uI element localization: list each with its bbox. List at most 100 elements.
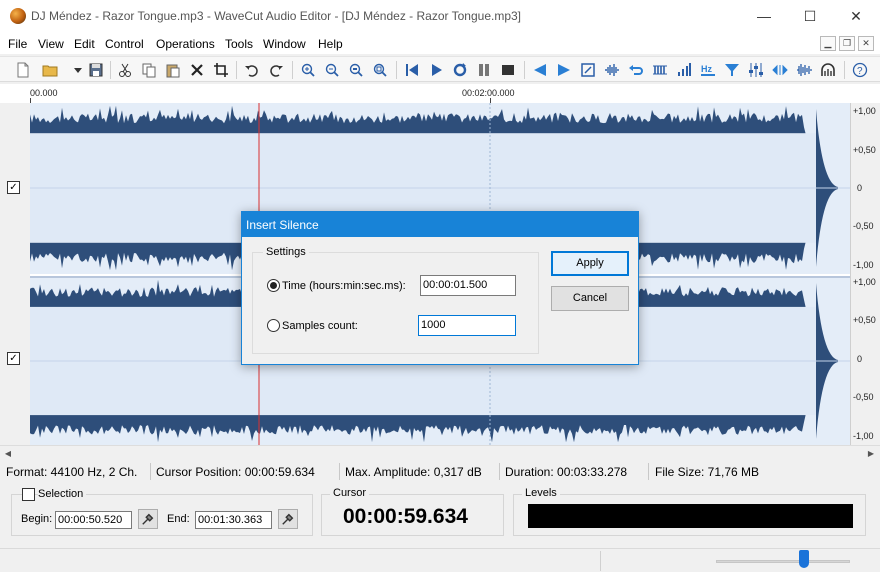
- insert-silence-dialog: Insert Silence Settings Time (hours:min:…: [241, 211, 639, 365]
- status-max-amplitude: Max. Amplitude: 0,317 dB: [345, 465, 482, 479]
- mdi-close-icon[interactable]: ✕: [858, 36, 874, 51]
- redo-icon[interactable]: [267, 61, 285, 79]
- bottom-status-bar: [0, 548, 880, 572]
- window-title: DJ Méndez - Razor Tongue.mp3 - WaveCut A…: [31, 9, 522, 23]
- hz-resample-icon[interactable]: Hz: [699, 61, 717, 79]
- invert-icon[interactable]: [651, 61, 669, 79]
- menu-window[interactable]: Window: [263, 37, 306, 51]
- normalize-icon[interactable]: [579, 61, 597, 79]
- maximize-button[interactable]: ☐: [787, 0, 833, 32]
- amp-label: +1,00: [853, 106, 876, 116]
- stereo-icon[interactable]: [771, 61, 789, 79]
- begin-input[interactable]: 00:00:50.520: [55, 511, 132, 529]
- scroll-right-icon[interactable]: ▶: [863, 446, 879, 461]
- cancel-button[interactable]: Cancel: [551, 286, 629, 311]
- open-dropdown-icon[interactable]: [69, 61, 87, 79]
- echo-icon[interactable]: [819, 61, 837, 79]
- selection-title: Selection: [38, 488, 87, 500]
- zoom-out-icon[interactable]: [323, 61, 341, 79]
- toolbar: Hz ?: [0, 56, 880, 82]
- save-icon[interactable]: [87, 61, 105, 79]
- go-to-start-icon[interactable]: [403, 61, 421, 79]
- spectrum-icon[interactable]: [795, 61, 813, 79]
- cursor-group-title: Cursor: [330, 487, 370, 499]
- amplify-icon[interactable]: [603, 61, 621, 79]
- menu-bar: File View Edit Control Operations Tools …: [0, 32, 880, 54]
- zoom-selection-icon[interactable]: [347, 61, 365, 79]
- end-label: End:: [167, 513, 190, 525]
- end-input[interactable]: 00:01:30.363: [195, 511, 272, 529]
- time-ruler[interactable]: 00.000 00:02:00.000: [0, 84, 880, 103]
- horizontal-scrollbar[interactable]: ◀ ▶: [0, 445, 880, 460]
- cut-icon[interactable]: [116, 61, 134, 79]
- amp-label: -1,00: [853, 260, 874, 270]
- menu-file[interactable]: File: [8, 37, 27, 51]
- fade-out-icon[interactable]: [555, 61, 573, 79]
- apply-button[interactable]: Apply: [551, 251, 629, 276]
- reverse-icon[interactable]: [627, 61, 645, 79]
- menu-operations[interactable]: Operations: [156, 37, 215, 51]
- menu-edit[interactable]: Edit: [74, 37, 95, 51]
- scroll-left-icon[interactable]: ◀: [0, 446, 16, 461]
- amplitude-scale: +1,00 +0,50 0 -0,50 -1,00 +1,00 +0,50 0 …: [850, 103, 880, 445]
- equalizer-icon[interactable]: [675, 61, 693, 79]
- zoom-all-icon[interactable]: [371, 61, 389, 79]
- copy-icon[interactable]: [140, 61, 158, 79]
- dialog-title[interactable]: Insert Silence: [242, 212, 638, 237]
- minimize-button[interactable]: —: [741, 0, 787, 32]
- mdi-restore-icon[interactable]: ❐: [839, 36, 855, 51]
- time-label: Time (hours:min:sec.ms):: [282, 280, 406, 292]
- amp-label: -0,50: [853, 221, 874, 231]
- amp-label: -1,00: [853, 431, 874, 441]
- zoom-slider-thumb[interactable]: [799, 550, 809, 568]
- levels-meter: [528, 504, 853, 528]
- end-pick-icon[interactable]: [278, 509, 298, 529]
- menu-view[interactable]: View: [38, 37, 64, 51]
- selection-checkbox[interactable]: [22, 488, 35, 501]
- amp-label: -0,50: [853, 392, 874, 402]
- menu-tools[interactable]: Tools: [225, 37, 253, 51]
- zoom-in-icon[interactable]: [299, 61, 317, 79]
- play-icon[interactable]: [427, 61, 445, 79]
- begin-pick-icon[interactable]: [138, 509, 158, 529]
- undo-icon[interactable]: [243, 61, 261, 79]
- fade-in-icon[interactable]: [531, 61, 549, 79]
- time-radio[interactable]: [267, 279, 280, 292]
- svg-text:Hz: Hz: [701, 64, 712, 74]
- pause-icon[interactable]: [475, 61, 493, 79]
- delete-icon[interactable]: [188, 61, 206, 79]
- new-file-icon[interactable]: [14, 61, 32, 79]
- amp-label: 0: [857, 354, 863, 364]
- samples-input[interactable]: 1000: [418, 315, 516, 336]
- samples-radio[interactable]: [267, 319, 280, 332]
- app-icon: [10, 8, 26, 24]
- svg-text:?: ?: [857, 66, 863, 77]
- status-format: Format: 44100 Hz, 2 Ch.: [6, 465, 138, 479]
- paste-icon[interactable]: [164, 61, 182, 79]
- crop-icon[interactable]: [212, 61, 230, 79]
- menu-control[interactable]: Control: [105, 37, 144, 51]
- amp-label: 0: [857, 183, 863, 193]
- stop-icon[interactable]: [499, 61, 517, 79]
- channel-1-checkbox[interactable]: ✓: [7, 181, 20, 194]
- status-cursor-position: Cursor Position: 00:00:59.634: [156, 465, 315, 479]
- ruler-label-2min: 00:02:00.000: [462, 88, 515, 98]
- menu-help[interactable]: Help: [318, 37, 343, 51]
- loop-icon[interactable]: [451, 61, 469, 79]
- mdi-minimize-icon[interactable]: ▁: [820, 36, 836, 51]
- close-button[interactable]: ✕: [833, 0, 879, 32]
- help-icon[interactable]: ?: [851, 61, 869, 79]
- status-bar: Format: 44100 Hz, 2 Ch. Cursor Position:…: [0, 461, 880, 482]
- time-input[interactable]: 00:00:01.500: [420, 275, 516, 296]
- channel-gutter: ✓ ✓: [0, 103, 30, 445]
- channel-2-checkbox[interactable]: ✓: [7, 352, 20, 365]
- filter-icon[interactable]: [723, 61, 741, 79]
- amp-label: +0,50: [853, 145, 876, 155]
- amp-label: +0,50: [853, 315, 876, 325]
- open-folder-icon[interactable]: [41, 61, 59, 79]
- mixer-icon[interactable]: [747, 61, 765, 79]
- status-duration: Duration: 00:03:33.278: [505, 465, 628, 479]
- zoom-slider-track[interactable]: [716, 560, 850, 563]
- cursor-time-display: 00:00:59.634: [343, 505, 468, 528]
- settings-group: Settings: [252, 246, 539, 354]
